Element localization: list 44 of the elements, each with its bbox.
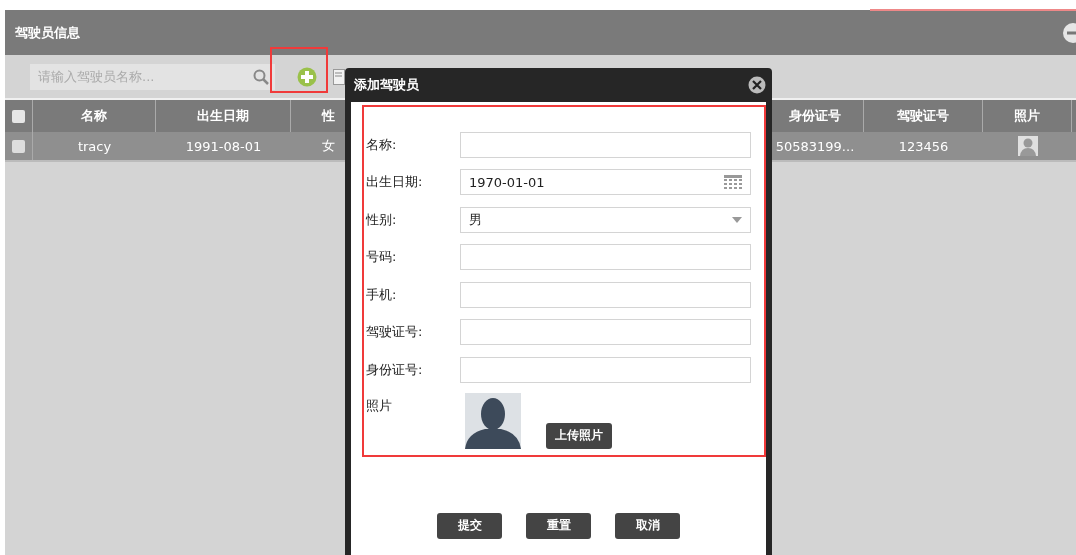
table-cell: 1991-08-01 xyxy=(185,138,262,154)
dialog-button[interactable]: 提交 xyxy=(437,512,502,539)
table-cell: 123456 xyxy=(898,138,949,154)
column-header: 照片 xyxy=(1014,107,1040,125)
highlight-frame xyxy=(270,47,328,93)
dialog-button[interactable]: 取消 xyxy=(615,512,680,539)
dialog-title: 添加驾驶员 xyxy=(354,76,419,94)
table-cell: 50583199... xyxy=(775,138,855,154)
search-icon[interactable] xyxy=(253,68,269,85)
checkbox[interactable] xyxy=(12,139,25,153)
table-cell: 女 xyxy=(322,137,335,155)
collapse-icon[interactable] xyxy=(1062,21,1076,44)
edit-icon[interactable] xyxy=(333,68,347,85)
upload-button[interactable]: 上传照片 xyxy=(546,422,612,449)
field-label: 号码: xyxy=(366,248,398,267)
input-field[interactable] xyxy=(460,244,751,271)
close-icon[interactable] xyxy=(748,76,766,94)
field-label: 照片 xyxy=(366,396,393,415)
person-icon xyxy=(1017,136,1038,156)
caret-icon xyxy=(732,216,742,223)
column-header: 身份证号 xyxy=(788,107,841,125)
field-label: 驾驶证号: xyxy=(366,323,424,342)
field-label: 手机: xyxy=(366,285,398,304)
checkbox[interactable] xyxy=(12,109,25,123)
input-field[interactable] xyxy=(460,319,751,346)
panel-title: 驾驶员信息 xyxy=(15,23,80,42)
field-label: 身份证号: xyxy=(366,360,424,379)
column-header: 性 xyxy=(322,107,335,125)
add-icon[interactable] xyxy=(297,66,317,87)
gender-dropdown[interactable]: 男 xyxy=(460,206,751,233)
column-header: 名称 xyxy=(81,107,107,125)
field-label: 名称: xyxy=(366,135,398,154)
avatar-icon xyxy=(465,392,521,449)
input-field[interactable] xyxy=(460,131,751,158)
field-label: 性别: xyxy=(366,210,398,229)
input-field[interactable] xyxy=(460,281,751,308)
table-cell: tracy xyxy=(77,138,112,154)
input-field[interactable] xyxy=(460,356,751,383)
calendar-icon[interactable] xyxy=(724,175,742,190)
dialog-button[interactable]: 重置 xyxy=(526,512,591,539)
column-header: 出生日期 xyxy=(197,107,249,125)
column-header: 驾驶证号 xyxy=(897,107,949,125)
date-field[interactable]: 1970-01-01 xyxy=(460,169,751,196)
field-label: 出生日期: xyxy=(366,173,424,192)
